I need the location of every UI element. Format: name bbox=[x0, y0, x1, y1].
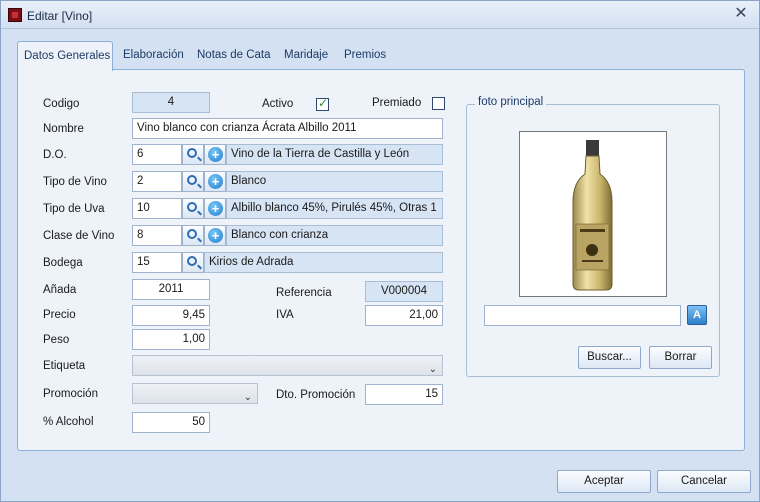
alcohol-input[interactable]: 50 bbox=[132, 412, 210, 433]
clase-vino-label: Clase de Vino bbox=[43, 230, 115, 242]
anada-label: Añada bbox=[43, 284, 77, 296]
promocion-label: Promoción bbox=[43, 388, 98, 400]
tab-notas-de-cata[interactable]: Notas de Cata bbox=[191, 41, 277, 70]
delete-photo-button[interactable]: Borrar bbox=[649, 346, 712, 369]
precio-input[interactable]: 9,45 bbox=[132, 305, 210, 326]
add-icon: + bbox=[208, 201, 223, 216]
dictionary-icon[interactable]: A bbox=[687, 305, 707, 325]
add-icon: + bbox=[208, 228, 223, 243]
premiado-label: Premiado bbox=[372, 97, 422, 109]
tab-datos-generales[interactable]: Datos Generales bbox=[17, 41, 113, 71]
tipo-vino-description-field: Blanco bbox=[226, 171, 443, 192]
tab-elaboracion[interactable]: Elaboración bbox=[117, 41, 190, 70]
bodega-code-input[interactable]: 15 bbox=[132, 252, 182, 273]
tipo-uva-code-input[interactable]: 10 bbox=[132, 198, 182, 219]
search-icon bbox=[187, 148, 197, 158]
dto-promocion-input[interactable]: 15 bbox=[365, 384, 443, 405]
premiado-checkbox[interactable] bbox=[432, 97, 445, 110]
search-photo-button[interactable]: Buscar... bbox=[578, 346, 641, 369]
edit-wine-window: Editar [Vino] ✕ Datos Generales Elaborac… bbox=[0, 0, 760, 502]
tab-premios[interactable]: Premios bbox=[338, 41, 392, 70]
peso-input[interactable]: 1,00 bbox=[132, 329, 210, 350]
check-icon: ✓ bbox=[318, 96, 329, 110]
photo-path-input[interactable] bbox=[484, 305, 681, 326]
do-code-input[interactable]: 6 bbox=[132, 144, 182, 165]
etiqueta-label: Etiqueta bbox=[43, 360, 86, 372]
precio-label: Precio bbox=[43, 309, 76, 321]
add-icon: + bbox=[208, 147, 223, 162]
search-icon bbox=[187, 175, 197, 185]
title-bar[interactable]: Editar [Vino] ✕ bbox=[1, 1, 759, 29]
window-title: Editar [Vino] bbox=[27, 9, 93, 23]
referencia-label: Referencia bbox=[276, 287, 332, 299]
tipo-vino-search-button[interactable] bbox=[182, 171, 204, 192]
accept-button[interactable]: Aceptar bbox=[557, 470, 651, 493]
bodega-search-button[interactable] bbox=[182, 252, 204, 273]
cancel-button[interactable]: Cancelar bbox=[657, 470, 751, 493]
tipo-vino-label: Tipo de Vino bbox=[43, 176, 107, 188]
clase-vino-add-button[interactable]: + bbox=[204, 225, 226, 246]
activo-label: Activo bbox=[262, 98, 294, 110]
do-search-button[interactable] bbox=[182, 144, 204, 165]
codigo-field: 4 bbox=[132, 92, 210, 113]
peso-label: Peso bbox=[43, 334, 70, 346]
clase-vino-description-field: Blanco con crianza bbox=[226, 225, 443, 246]
tipo-uva-search-button[interactable] bbox=[182, 198, 204, 219]
wine-app-icon bbox=[8, 8, 22, 22]
do-add-button[interactable]: + bbox=[204, 144, 226, 165]
chevron-down-icon[interactable]: ⌄ bbox=[244, 388, 252, 403]
etiqueta-select[interactable]: ⌄ bbox=[132, 355, 443, 376]
tab-maridaje[interactable]: Maridaje bbox=[278, 41, 334, 70]
promocion-select[interactable]: ⌄ bbox=[132, 383, 258, 404]
anada-input[interactable]: 2011 bbox=[132, 279, 210, 300]
iva-input[interactable]: 21,00 bbox=[365, 305, 443, 326]
bodega-description-field: Kirios de Adrada bbox=[204, 252, 443, 273]
clase-vino-search-button[interactable] bbox=[182, 225, 204, 246]
codigo-label: Codigo bbox=[43, 98, 80, 110]
nombre-label: Nombre bbox=[43, 123, 84, 135]
tipo-uva-description-field: Albillo blanco 45%, Pirulés 45%, Otras 1 bbox=[226, 198, 443, 219]
referencia-field: V000004 bbox=[365, 281, 443, 302]
photo-group-legend: foto principal bbox=[475, 96, 547, 108]
add-icon: + bbox=[208, 174, 223, 189]
iva-label: IVA bbox=[276, 309, 294, 321]
wine-photo bbox=[519, 131, 667, 297]
do-description-field: Vino de la Tierra de Castilla y León bbox=[226, 144, 443, 165]
close-icon[interactable]: ✕ bbox=[733, 6, 749, 22]
search-icon bbox=[187, 202, 197, 212]
activo-checkbox[interactable]: ✓ bbox=[316, 96, 329, 111]
alcohol-label: % Alcohol bbox=[43, 416, 94, 428]
tipo-uva-label: Tipo de Uva bbox=[43, 203, 105, 215]
search-icon bbox=[187, 256, 197, 266]
do-label: D.O. bbox=[43, 149, 67, 161]
nombre-input[interactable]: Vino blanco con crianza Ácrata Albillo 2… bbox=[132, 118, 443, 139]
tipo-uva-add-button[interactable]: + bbox=[204, 198, 226, 219]
dto-promocion-label: Dto. Promoción bbox=[276, 389, 356, 401]
bodega-label: Bodega bbox=[43, 257, 83, 269]
wine-bottle-image bbox=[572, 140, 613, 291]
tipo-vino-code-input[interactable]: 2 bbox=[132, 171, 182, 192]
chevron-down-icon[interactable]: ⌄ bbox=[429, 360, 437, 375]
search-icon bbox=[187, 229, 197, 239]
clase-vino-code-input[interactable]: 8 bbox=[132, 225, 182, 246]
tipo-vino-add-button[interactable]: + bbox=[204, 171, 226, 192]
